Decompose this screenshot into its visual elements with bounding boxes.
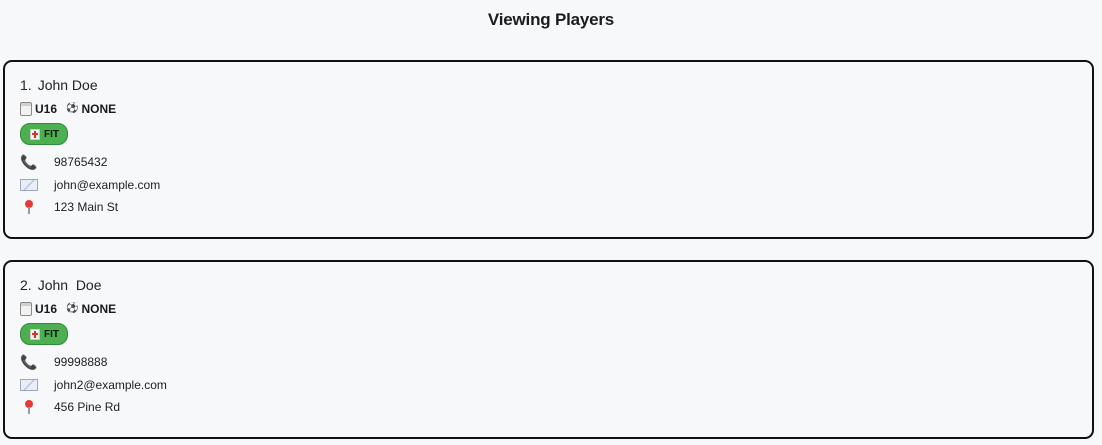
address-row: 456 Pine Rd: [20, 400, 120, 414]
medical-cross-icon: [30, 128, 40, 140]
calendar-icon: [20, 102, 32, 116]
status-badge: FIT: [20, 323, 68, 345]
age-group-label: U16: [35, 302, 58, 316]
pin-icon: [20, 400, 38, 414]
envelope-icon: [20, 179, 38, 191]
player-name-row: 2. John Doe: [20, 277, 102, 293]
pin-icon: [20, 200, 38, 214]
player-name-row: 1. John Doe: [20, 77, 98, 93]
phone-value: 98765432: [54, 155, 108, 169]
age-group-tag: U16: [20, 302, 57, 316]
phone-icon: 📞: [20, 154, 38, 170]
email-row: john2@example.com: [20, 378, 167, 392]
position-label: NONE: [81, 102, 117, 116]
player-index: 1.: [20, 77, 32, 93]
soccer-ball-icon: ⚽: [66, 103, 79, 114]
email-value: john2@example.com: [54, 378, 167, 392]
page-title: Viewing Players: [487, 10, 615, 29]
position-tag: ⚽ NONE: [66, 102, 116, 116]
player-name: John Doe: [37, 77, 98, 93]
address-value: 456 Pine Rd: [54, 400, 121, 414]
position-label: NONE: [81, 302, 117, 316]
age-group-tag: U16: [20, 102, 57, 116]
player-card[interactable]: 1. John Doe U16 ⚽ NONE FIT 📞 98765432 joh…: [3, 60, 1094, 239]
envelope-icon: [20, 379, 38, 391]
status-label: FIT: [44, 128, 59, 140]
player-meta-row: U16 ⚽ NONE: [20, 102, 116, 116]
calendar-icon: [20, 302, 32, 316]
email-value: john@example.com: [54, 178, 161, 192]
phone-value: 99998888: [54, 355, 108, 369]
phone-row: 📞 99998888: [20, 355, 107, 369]
player-name: John Doe: [37, 277, 102, 293]
age-group-label: U16: [35, 102, 58, 116]
player-card[interactable]: 2. John Doe U16 ⚽ NONE FIT 📞 99998888 joh…: [3, 260, 1094, 439]
address-row: 123 Main St: [20, 200, 118, 214]
soccer-ball-icon: ⚽: [66, 303, 79, 314]
player-meta-row: U16 ⚽ NONE: [20, 302, 116, 316]
email-row: john@example.com: [20, 178, 160, 192]
phone-row: 📞 98765432: [20, 155, 107, 169]
phone-icon: 📞: [20, 354, 38, 370]
status-label: FIT: [44, 328, 59, 340]
address-value: 123 Main St: [54, 200, 119, 214]
status-badge: FIT: [20, 123, 68, 145]
position-tag: ⚽ NONE: [66, 302, 116, 316]
player-index: 2.: [20, 277, 32, 293]
medical-cross-icon: [30, 328, 40, 340]
